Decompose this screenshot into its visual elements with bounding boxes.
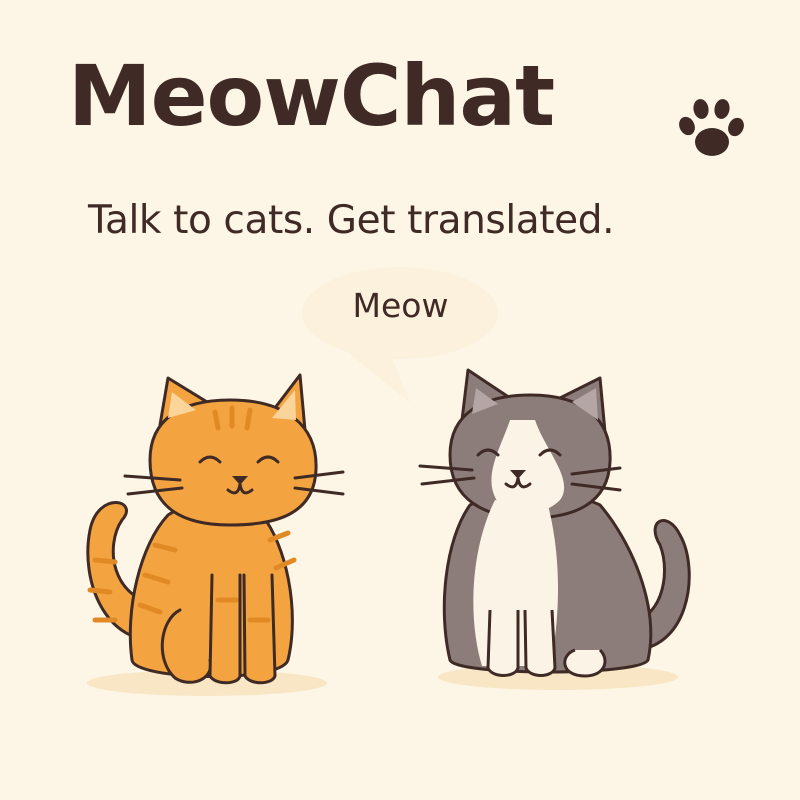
meowchat-poster: MeowChat Talk to cats. Get translated. M… <box>0 0 800 800</box>
gray-white-cat <box>418 368 691 690</box>
